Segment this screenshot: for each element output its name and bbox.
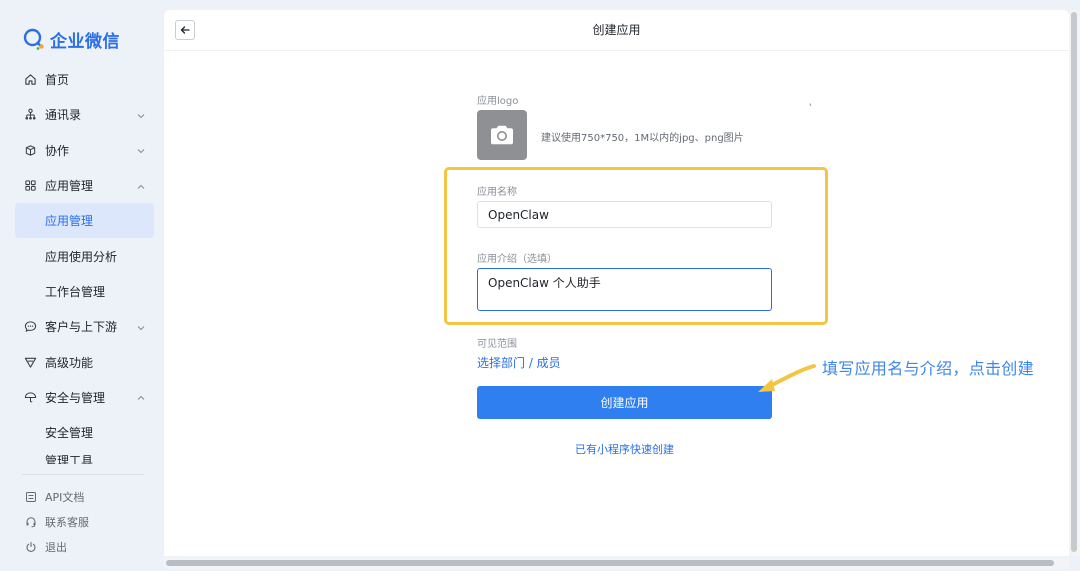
sidebar-subitem-app-management[interactable]: 应用管理 (15, 203, 154, 239)
stray-mark: ' (809, 103, 812, 113)
sidebar-item-label: 首页 (45, 73, 70, 88)
sidebar-item-collaboration[interactable]: 协作 (0, 133, 164, 168)
mini-program-quick-create-link[interactable]: 已有小程序快速创建 (477, 441, 772, 457)
brand[interactable]: 企业微信 (22, 26, 120, 52)
sidebar-item-app-management[interactable]: 应用管理 (0, 168, 164, 203)
home-icon (24, 73, 37, 86)
chevron-down-icon (136, 110, 146, 120)
sidebar-item-advanced-features[interactable]: 高级功能 (0, 344, 164, 379)
sidebar-item-label: 管理工具 (45, 454, 94, 465)
annotation-text: 填写应用名与介绍，点击创建 (822, 359, 1034, 378)
app-logo-label: 应用logo (477, 96, 519, 107)
sidebar-nav: 首页 通讯录 协作 应用管理 应用管理 应用使用分析 工作台管理 客户与上下游 … (0, 62, 164, 464)
sidebar-item-home[interactable]: 首页 (0, 62, 164, 97)
sidebar-subitem-management-tools[interactable]: 管理工具 (0, 450, 164, 464)
org-chart-icon (24, 108, 37, 121)
sidebar-item-label: 应用管理 (45, 179, 94, 194)
footer-item-customer-service[interactable]: 联系客服 (0, 509, 164, 534)
grid-apps-icon (24, 179, 37, 192)
app-description-textarea[interactable]: OpenClaw 个人助手 (477, 268, 772, 311)
sidebar-item-label: 高级功能 (45, 355, 94, 370)
vertical-scrollbar-thumb[interactable] (1071, 12, 1077, 552)
footer-item-label: API文档 (45, 490, 85, 504)
sidebar-item-label: 安全与管理 (45, 390, 106, 405)
sidebar-item-label: 工作台管理 (45, 284, 106, 299)
brand-name: 企业微信 (50, 31, 120, 52)
chevron-up-icon (136, 181, 146, 191)
sidebar-item-label: 通讯录 (45, 108, 82, 123)
sidebar-divider (22, 474, 144, 475)
logo-upload-button[interactable] (477, 110, 527, 160)
sidebar-item-label: 应用管理 (45, 214, 94, 229)
app-name-input[interactable] (477, 201, 772, 228)
sidebar-footer: API文档 联系客服 退出 (0, 484, 164, 560)
sidebar-item-label: 应用使用分析 (45, 249, 118, 264)
sidebar-item-label: 客户与上下游 (45, 320, 118, 335)
create-app-button[interactable]: 创建应用 (477, 386, 772, 419)
chevron-up-icon (136, 392, 146, 402)
sidebar-item-label: 协作 (45, 143, 70, 158)
horizontal-scrollbar-thumb[interactable] (166, 560, 1054, 566)
filter-funnel-icon (24, 356, 37, 369)
chevron-down-icon (136, 322, 146, 332)
umbrella-icon (24, 391, 37, 404)
sidebar-subitem-app-usage-analysis[interactable]: 应用使用分析 (0, 238, 164, 273)
vertical-scrollbar[interactable] (1069, 10, 1080, 556)
sidebar-item-security-management[interactable]: 安全与管理 (0, 380, 164, 415)
chevron-down-icon (136, 145, 146, 155)
sidebar-subitem-workbench-management[interactable]: 工作台管理 (0, 274, 164, 309)
sidebar: 企业微信 首页 通讯录 协作 应用管理 应用管理 应用使用分析 工作台管理 客户… (0, 0, 164, 571)
page-header: 创建应用 (164, 10, 1069, 51)
sidebar-item-label: 安全管理 (45, 426, 94, 441)
wecom-logo-icon (22, 27, 46, 51)
chat-bubble-icon (24, 320, 37, 333)
footer-item-label: 联系客服 (45, 515, 89, 529)
headset-icon (25, 516, 37, 528)
power-icon (25, 541, 37, 553)
footer-item-logout[interactable]: 退出 (0, 535, 164, 560)
main-panel: 创建应用 应用logo 建议使用750*750，1M以内的jpg、png图片 '… (164, 10, 1069, 556)
sidebar-item-customers-partners[interactable]: 客户与上下游 (0, 309, 164, 344)
horizontal-scrollbar[interactable] (164, 558, 1069, 569)
sidebar-item-contacts[interactable]: 通讯录 (0, 97, 164, 132)
arrow-left-icon (179, 24, 191, 36)
collaboration-icon (24, 144, 37, 157)
app-name-label: 应用名称 (477, 187, 517, 198)
logo-hint-text: 建议使用750*750，1M以内的jpg、png图片 (541, 133, 744, 144)
select-departments-members-link[interactable]: 选择部门 / 成员 (477, 354, 561, 371)
app-description-label: 应用介绍（选填） (477, 254, 557, 265)
camera-icon (489, 124, 515, 146)
page-title: 创建应用 (592, 23, 641, 37)
document-grid-icon (25, 491, 37, 503)
footer-item-label: 退出 (45, 541, 67, 555)
footer-item-api-docs[interactable]: API文档 (0, 484, 164, 509)
visibility-scope-label: 可见范围 (477, 339, 517, 350)
annotation-arrow-icon (758, 364, 816, 392)
back-button[interactable] (175, 20, 195, 40)
sidebar-subitem-security[interactable]: 安全管理 (0, 415, 164, 450)
